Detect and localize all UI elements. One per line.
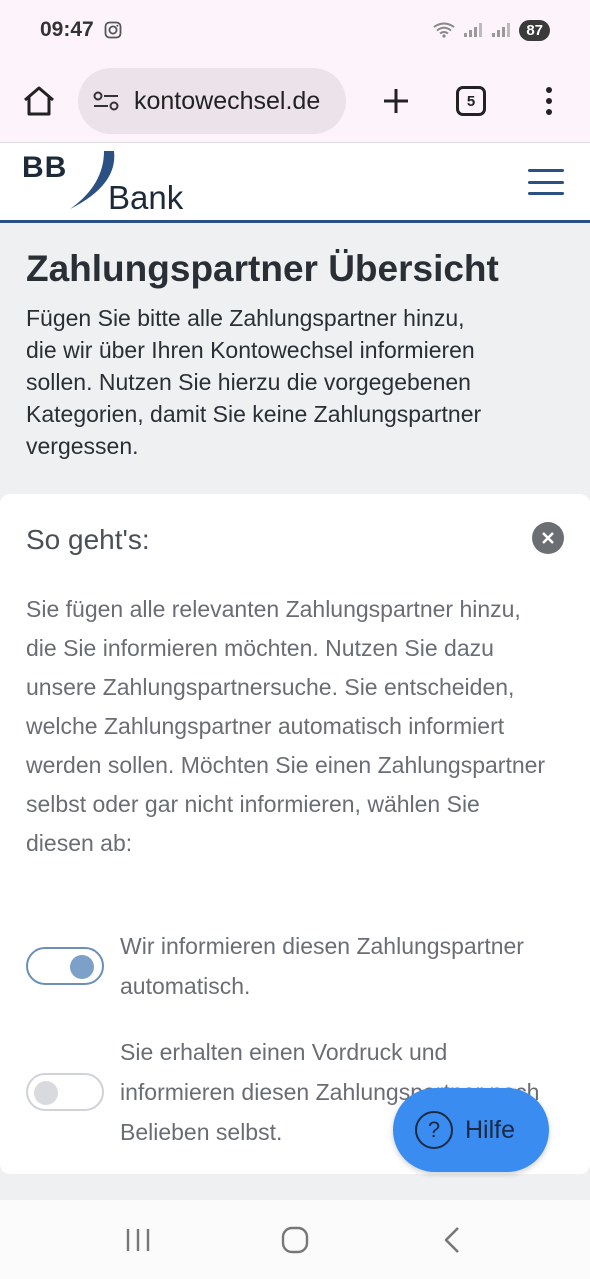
plus-icon (384, 89, 408, 113)
how-it-works-card: So geht's: Sie fügen alle relevanten Zah… (0, 494, 590, 1174)
status-right: 87 (433, 19, 550, 41)
wifi-icon (433, 22, 455, 38)
new-tab-button[interactable] (374, 79, 418, 123)
status-bar: 09:47 87 (0, 0, 590, 60)
recent-apps-button[interactable] (113, 1215, 163, 1265)
toggle-on-switch (26, 947, 104, 985)
card-title: So geht's: (26, 524, 150, 555)
home-icon (24, 86, 54, 116)
dot-icon (546, 109, 552, 115)
home-button[interactable] (16, 78, 62, 124)
browser-toolbar: kontowechsel.de 5 (0, 60, 590, 142)
toggle-off-switch (26, 1073, 104, 1111)
close-icon (542, 532, 554, 544)
signal-icon-1 (464, 23, 483, 37)
toggle-on-label: Wir informieren diesen Zahlungspartner a… (120, 933, 524, 999)
system-navigation-bar (0, 1200, 590, 1279)
signal-icon-2 (492, 23, 511, 37)
tab-switcher-button[interactable]: 5 (456, 86, 486, 116)
page-title: Zahlungspartner Übersicht (26, 248, 499, 289)
question-icon: ? (415, 1111, 453, 1149)
help-button[interactable]: ? Hilfe (393, 1088, 549, 1172)
dot-icon (546, 98, 552, 104)
menu-line-icon (528, 192, 564, 195)
menu-button[interactable] (528, 169, 564, 195)
dot-icon (546, 87, 552, 93)
home-nav-button[interactable] (270, 1215, 320, 1265)
back-button[interactable] (427, 1215, 477, 1265)
site-header: BB Bank (0, 142, 590, 223)
help-label: Hilfe (465, 1115, 516, 1144)
status-time: 09:47 (40, 18, 94, 41)
intro-text: Fügen Sie bitte alle Zahlungspartner hin… (26, 305, 482, 459)
status-left: 09:47 (40, 18, 122, 42)
card-text: Sie fügen alle relevanten Zahlungspartne… (26, 596, 546, 856)
battery-badge: 87 (519, 19, 550, 41)
site-settings-icon (93, 91, 119, 111)
logo-bank-text: Bank (108, 179, 184, 216)
home-circle-icon (281, 1226, 309, 1253)
intro-section: Zahlungspartner Übersicht Fügen Sie bitt… (0, 226, 590, 494)
toggle-knob (70, 955, 94, 979)
back-icon (444, 1226, 459, 1253)
address-bar[interactable]: kontowechsel.de (78, 68, 346, 134)
more-menu-button[interactable] (534, 79, 564, 123)
toggle-example-on: Wir informieren diesen Zahlungspartner a… (26, 926, 550, 1006)
instagram-icon (104, 21, 122, 39)
menu-line-icon (528, 169, 564, 172)
close-button[interactable] (532, 522, 564, 554)
toggle-knob (34, 1081, 58, 1105)
url-text: kontowechsel.de (134, 86, 321, 115)
bbbank-logo[interactable]: BB Bank (22, 149, 202, 217)
menu-line-icon (528, 180, 564, 184)
recent-apps-icon (127, 1228, 150, 1251)
